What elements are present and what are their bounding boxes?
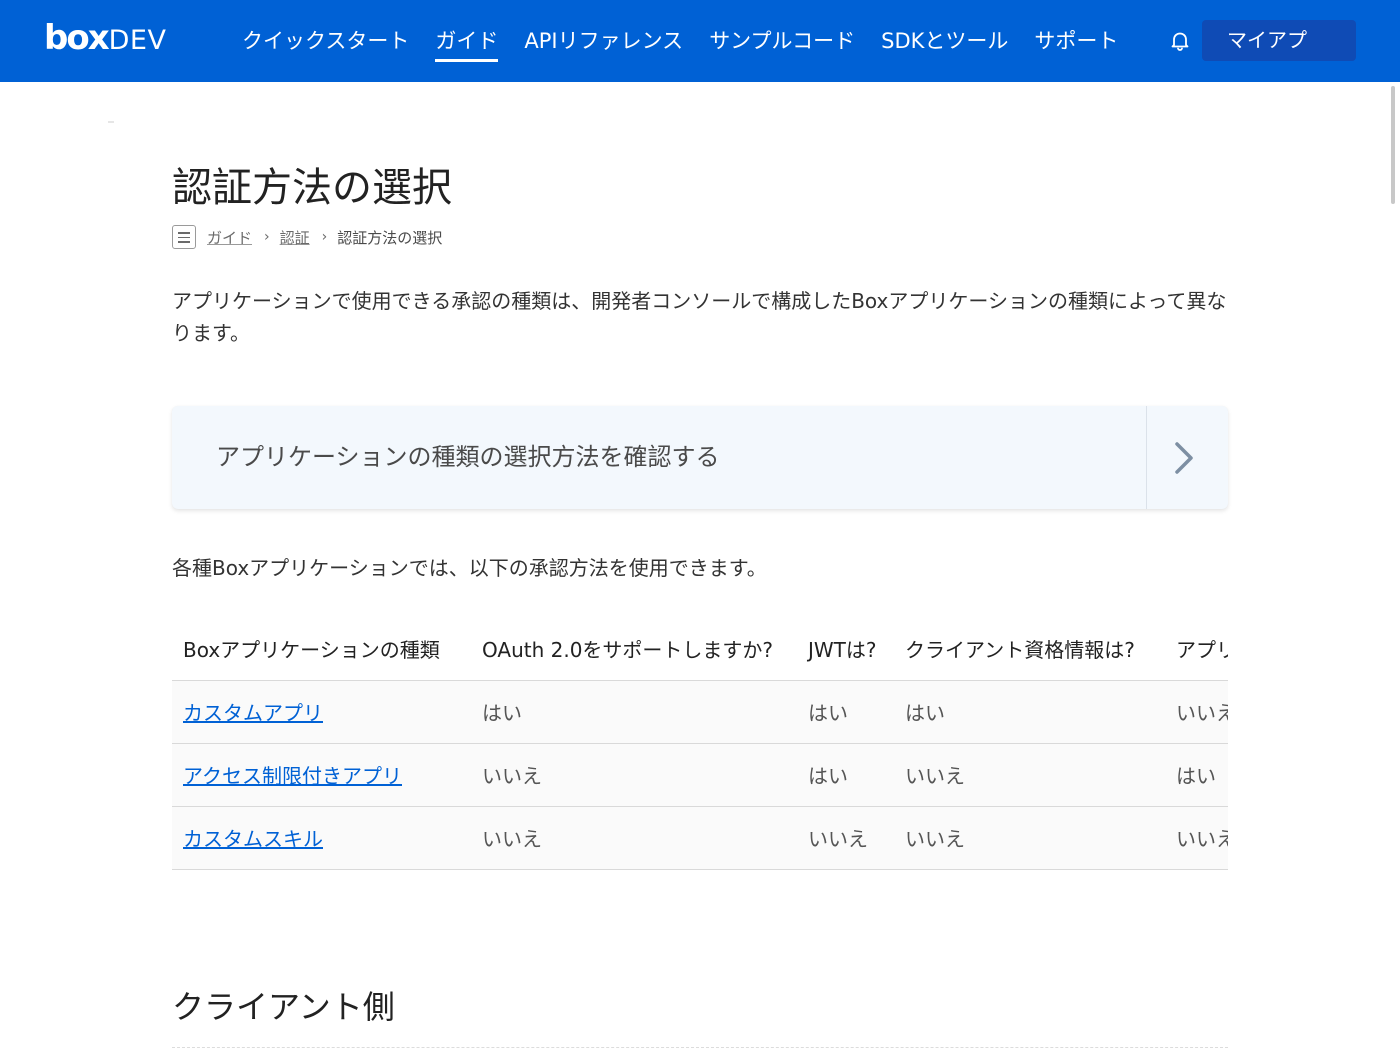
nav-support[interactable]: サポート: [1034, 0, 1118, 82]
nav-sample-code[interactable]: サンプルコード: [709, 0, 855, 82]
logo-dev-text: DEV: [108, 25, 167, 56]
cell-oauth: いいえ: [471, 743, 797, 807]
logo-box-text: box: [44, 18, 110, 58]
top-navigation-bar: box DEV クイックスタート ガイド APIリファレンス サンプルコード S…: [0, 0, 1400, 82]
table-header-row: Boxアプリケーションの種類 OAuth 2.0をサポートしますか? JWTは?…: [172, 617, 1228, 681]
table-row: カスタムアプリ はい はい はい いいえ: [172, 680, 1228, 744]
auth-methods-table-container[interactable]: Boxアプリケーションの種類 OAuth 2.0をサポートしますか? JWTは?…: [172, 617, 1228, 873]
limited-access-app-link[interactable]: アクセス制限付きアプリ: [183, 764, 402, 788]
custom-skill-link[interactable]: カスタムスキル: [183, 827, 323, 851]
cta-label: アプリケーションの種類の選択方法を確認する: [216, 443, 720, 471]
header-jwt: JWTは?: [797, 617, 894, 681]
auth-methods-table: Boxアプリケーションの種類 OAuth 2.0をサポートしますか? JWTは?…: [172, 617, 1228, 870]
vertical-scrollbar[interactable]: [1391, 86, 1395, 204]
nav-guides[interactable]: ガイド: [435, 0, 499, 82]
breadcrumb: ガイド › 認証 › 認証方法の選択: [172, 224, 442, 250]
section-divider: [172, 1047, 1228, 1048]
cell-client-credentials: いいえ: [894, 743, 1165, 807]
breadcrumb-separator: ›: [264, 229, 270, 245]
header-app-token: アプリトークン認証は?: [1165, 617, 1228, 681]
table-row: アクセス制限付きアプリ いいえ はい いいえ はい: [172, 743, 1228, 807]
main-nav: クイックスタート ガイド APIリファレンス サンプルコード SDKとツール サ…: [242, 0, 1144, 82]
header-oauth: OAuth 2.0をサポートしますか?: [471, 617, 797, 681]
nav-api-reference[interactable]: APIリファレンス: [524, 0, 683, 82]
cell-jwt: はい: [797, 743, 894, 807]
nav-quickstart[interactable]: クイックスタート: [242, 0, 409, 82]
cell-client-credentials: はい: [894, 680, 1165, 744]
decorative-mark: [108, 121, 114, 123]
cell-app-type: カスタムスキル: [172, 806, 471, 870]
cell-oauth: いいえ: [471, 806, 797, 870]
cell-app-token: いいえ: [1165, 680, 1228, 744]
page-title: 認証方法の選択: [172, 165, 452, 211]
cell-client-credentials: いいえ: [894, 806, 1165, 870]
breadcrumb-current: 認証方法の選択: [337, 228, 443, 247]
cell-app-type: カスタムアプリ: [172, 680, 471, 744]
select-app-type-link-card[interactable]: アプリケーションの種類の選択方法を確認する: [172, 406, 1228, 509]
my-apps-button[interactable]: マイアプ: [1202, 20, 1356, 61]
header-client-credentials: クライアント資格情報は?: [894, 617, 1165, 681]
cell-app-token: はい: [1165, 743, 1228, 807]
breadcrumb-authentication[interactable]: 認証: [280, 227, 310, 248]
cell-app-type: アクセス制限付きアプリ: [172, 743, 471, 807]
breadcrumb-guides[interactable]: ガイド: [207, 227, 252, 248]
table-row: カスタムスキル いいえ いいえ いいえ いいえ: [172, 806, 1228, 870]
chevron-right-icon: [1175, 442, 1193, 474]
box-dev-logo[interactable]: box DEV: [44, 18, 166, 58]
custom-app-link[interactable]: カスタムアプリ: [183, 701, 323, 725]
cta-divider: [1146, 406, 1147, 509]
table-intro: 各種Boxアプリケーションでは、以下の承認方法を使用できます。: [172, 556, 767, 580]
cell-jwt: いいえ: [797, 806, 894, 870]
section-title-client-side: クライアント側: [172, 988, 395, 1026]
intro-paragraph: アプリケーションで使用できる承認の種類は、開発者コンソールで構成したBoxアプリ…: [172, 289, 1227, 345]
nav-sdk-tools[interactable]: SDKとツール: [881, 0, 1008, 82]
cell-jwt: はい: [797, 680, 894, 744]
header-app-type: Boxアプリケーションの種類: [172, 617, 471, 681]
breadcrumb-separator: ›: [321, 229, 328, 245]
menu-icon[interactable]: [172, 225, 196, 249]
cell-app-token: いいえ: [1165, 806, 1228, 870]
cell-oauth: はい: [471, 680, 797, 744]
bell-icon[interactable]: [1168, 29, 1192, 53]
